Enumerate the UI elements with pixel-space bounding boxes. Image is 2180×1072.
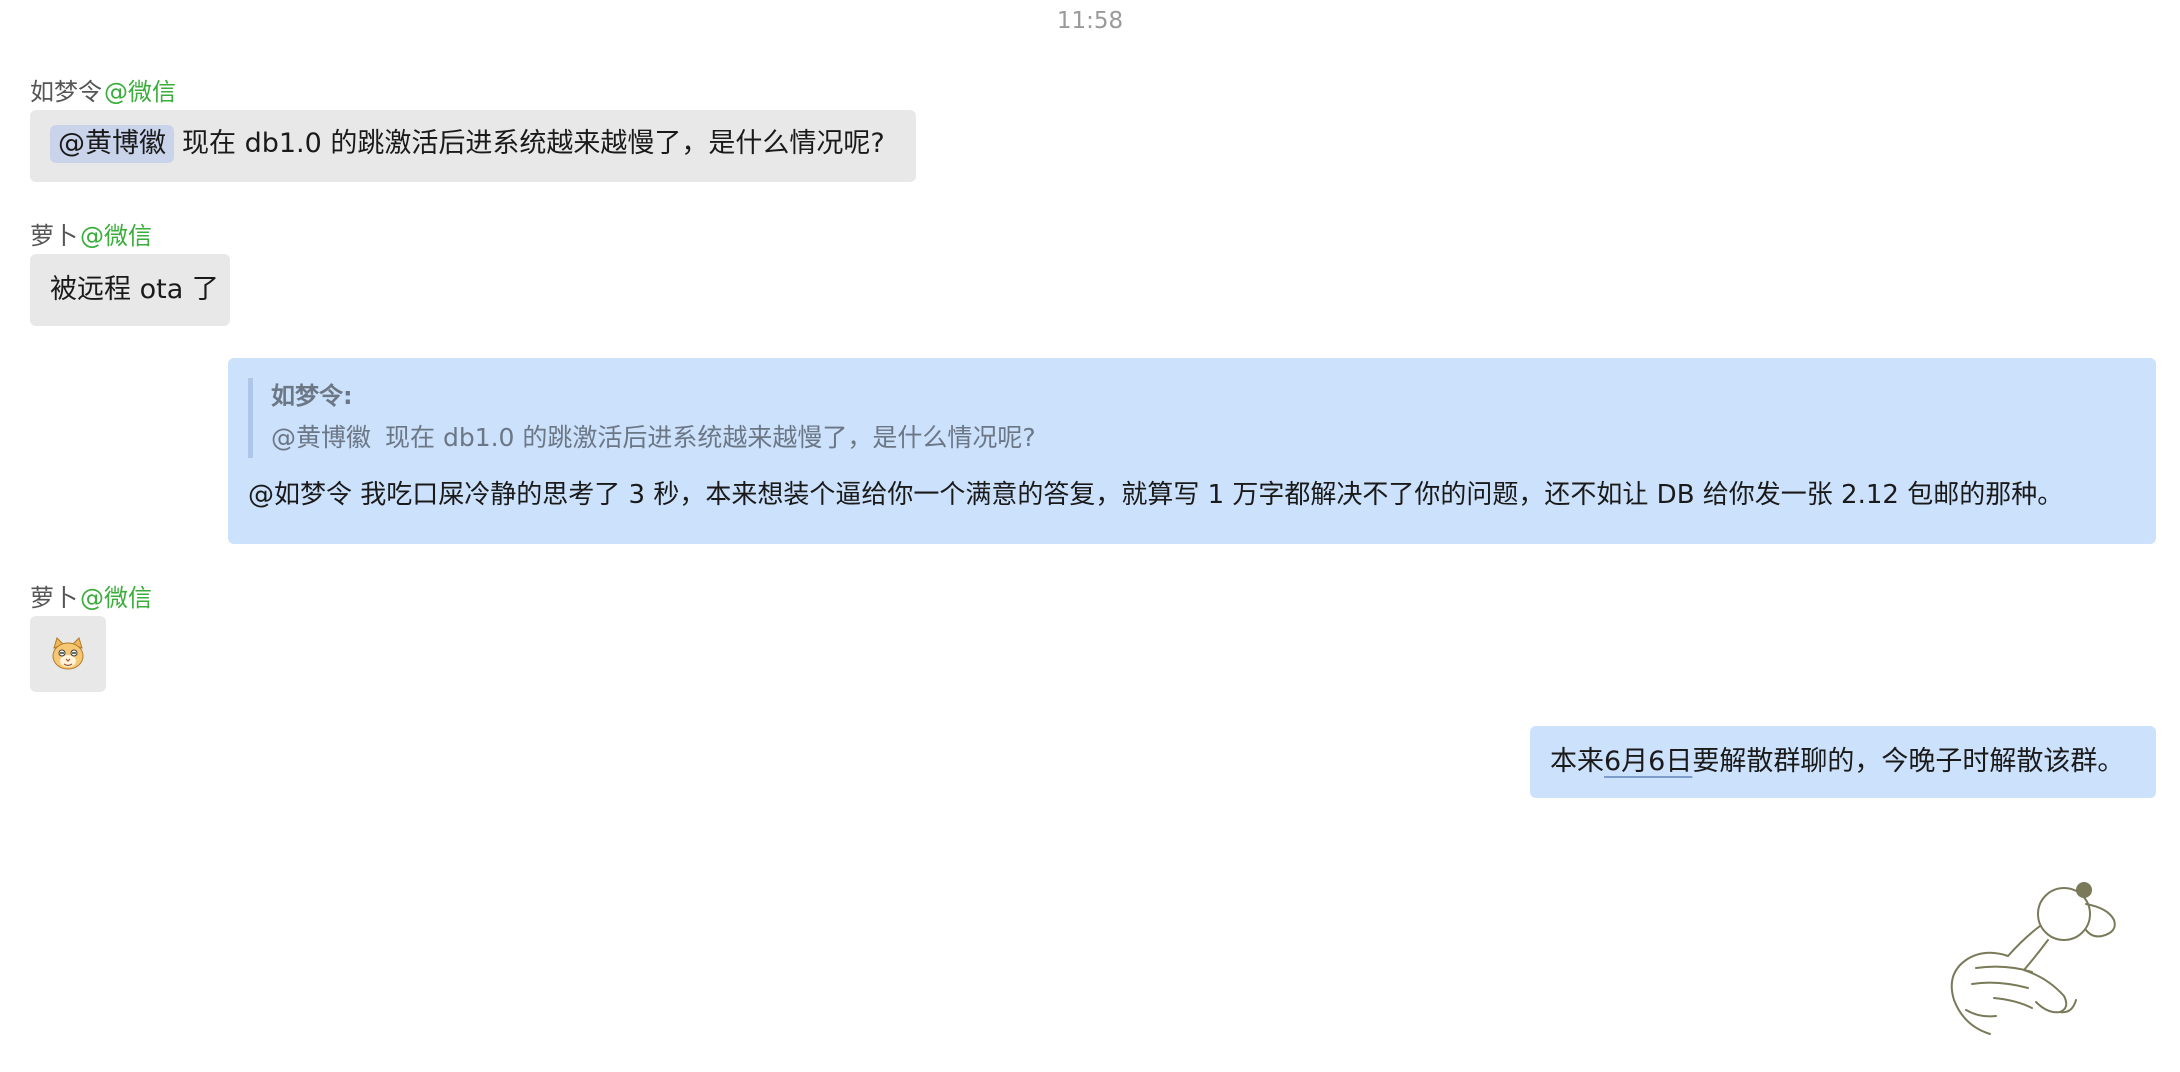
date-link[interactable]: 6月6日 xyxy=(1604,746,1692,777)
platform-tag: @微信 xyxy=(104,78,176,106)
sender-name[interactable]: 萝卜 xyxy=(30,584,78,612)
message-bubble-outgoing[interactable]: 本来6月6日要解散群聊的，今晚子时解散该群。 xyxy=(1530,726,2156,798)
sender-name[interactable]: 萝卜 xyxy=(30,222,78,250)
message-bubble-outgoing[interactable]: 如梦令: @黄博徽 现在 db1.0 的跳激活后进系统越来越慢了，是什么情况呢? … xyxy=(228,358,2156,544)
message-text-prefix: 本来 xyxy=(1550,746,1604,777)
chat-window: 11:58 如梦令@微信 @黄博徽 现在 db1.0 的跳激活后进系统越来越慢了，… xyxy=(0,0,2180,1072)
quote-author: 如梦令: xyxy=(271,382,353,410)
quote-mention: @黄博徽 xyxy=(271,423,372,452)
bear-mascot-icon xyxy=(1950,882,2116,1035)
message-text-suffix: 要解散群聊的，今晚子时解散该群。 xyxy=(1692,746,2125,777)
sticker-bubble[interactable] xyxy=(30,616,106,692)
message-text: @如梦令 我吃口屎冷静的思考了 3 秒，本来想装个逼给你一个满意的答复，就算写 … xyxy=(248,480,2064,510)
platform-tag: @微信 xyxy=(80,222,152,250)
message-bubble-incoming[interactable]: @黄博徽 现在 db1.0 的跳激活后进系统越来越慢了，是什么情况呢? xyxy=(30,110,916,182)
mention-tag[interactable]: @黄博徽 xyxy=(50,125,174,163)
sender-label: 萝卜@微信 xyxy=(30,578,152,613)
quoted-message[interactable]: 如梦令: @黄博徽 现在 db1.0 的跳激活后进系统越来越慢了，是什么情况呢? xyxy=(248,378,1036,458)
platform-tag: @微信 xyxy=(80,584,152,612)
message-bubble-incoming[interactable]: 被远程 ota 了 xyxy=(30,254,230,326)
message-text: 现在 db1.0 的跳激活后进系统越来越慢了，是什么情况呢? xyxy=(182,128,885,159)
message-text: 被远程 ota 了 xyxy=(50,274,219,305)
sender-label: 萝卜@微信 xyxy=(30,216,152,251)
sender-name[interactable]: 如梦令 xyxy=(30,78,102,106)
quote-body: 现在 db1.0 的跳激活后进系统越来越慢了，是什么情况呢? xyxy=(385,423,1036,452)
quote-text: @黄博徽 现在 db1.0 的跳激活后进系统越来越慢了，是什么情况呢? xyxy=(271,418,1036,458)
cat-face-emoji xyxy=(52,637,84,670)
sender-label: 如梦令@微信 xyxy=(30,72,176,107)
message-timestamp: 11:58 xyxy=(1056,8,1124,34)
